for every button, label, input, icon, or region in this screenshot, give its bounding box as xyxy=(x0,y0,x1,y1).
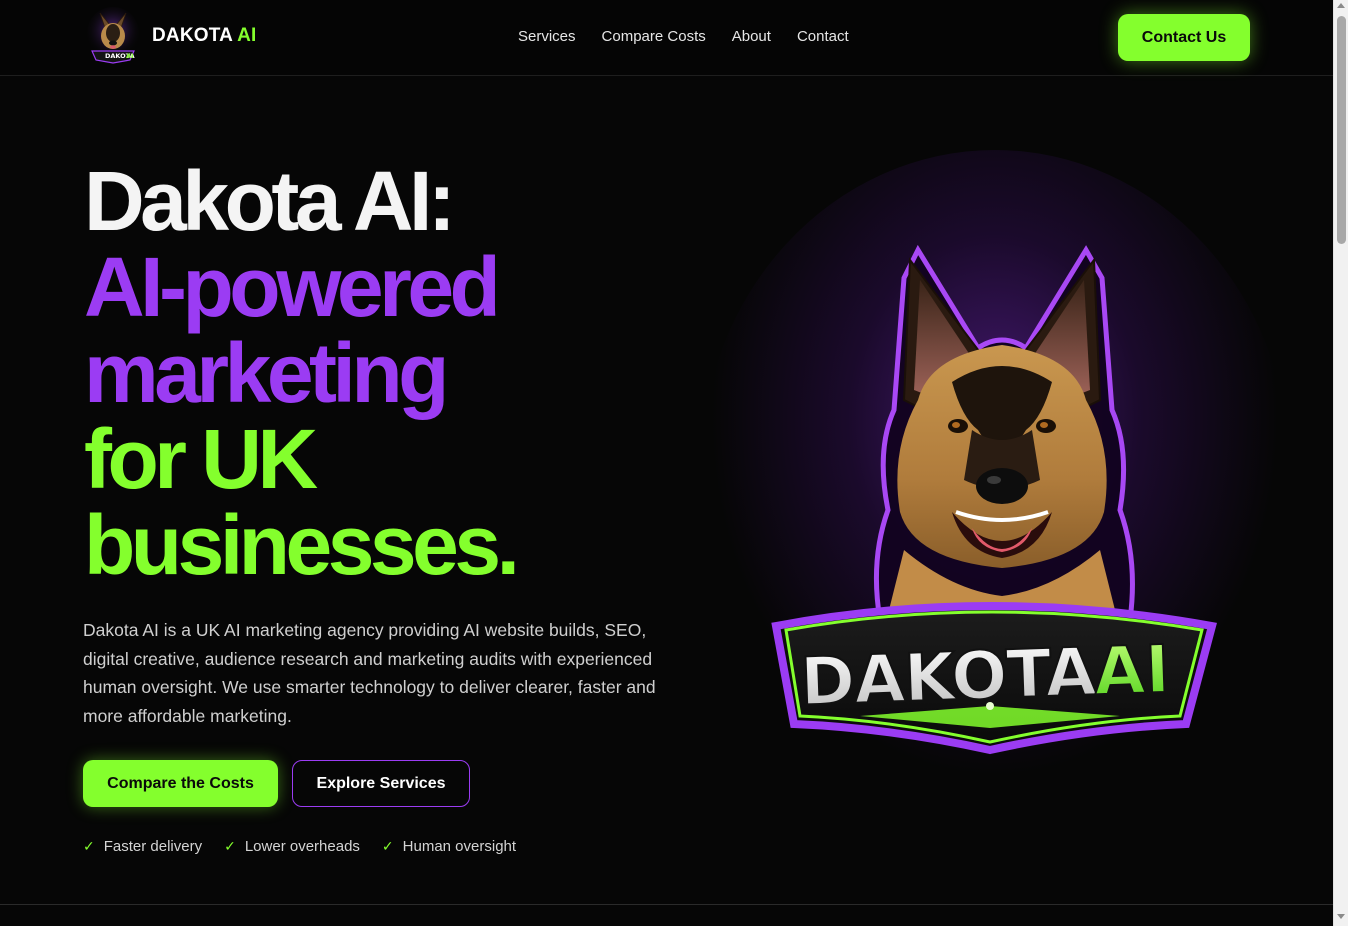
hero-title-line-3: marketing xyxy=(84,326,449,420)
section-divider xyxy=(0,904,1333,905)
feature-item: ✓ Lower overheads xyxy=(224,838,360,855)
svg-text:AI: AI xyxy=(126,52,133,60)
dakota-ai-dog-badge-icon: DAKOTA AI xyxy=(771,244,1217,755)
feature-list: ✓ Faster delivery ✓ Lower overheads ✓ Hu… xyxy=(83,838,516,855)
hero-title-line-4: for UK xyxy=(84,412,318,506)
nav-item-services[interactable]: Services xyxy=(518,27,576,47)
hero-description: Dakota AI is a UK AI marketing agency pr… xyxy=(83,620,656,727)
svg-text:DAKOTA: DAKOTA xyxy=(799,633,1098,720)
feature-label: Human oversight xyxy=(402,838,517,855)
feature-item: ✓ Human oversight xyxy=(382,838,516,855)
hero-title: Dakota AI: AI-powered marketing for UK b… xyxy=(84,158,704,588)
page-scrollbar[interactable] xyxy=(1333,0,1348,926)
page-viewport: DAKOTA AI DAKOTA AI Services Compare Cos… xyxy=(0,0,1333,926)
site-header: DAKOTA AI DAKOTA AI Services Compare Cos… xyxy=(0,0,1333,76)
check-icon: ✓ xyxy=(224,838,236,854)
check-icon: ✓ xyxy=(381,838,394,854)
contact-us-button[interactable]: Contact Us xyxy=(1118,14,1250,61)
brand-home-link[interactable]: DAKOTA AI DAKOTA AI xyxy=(86,6,257,66)
feature-item: ✓ Faster delivery xyxy=(83,838,202,855)
hero-title-line-5: businesses. xyxy=(84,498,520,592)
main-nav: Services Compare Costs About Contact xyxy=(518,27,849,47)
nav-item-contact[interactable]: Contact xyxy=(797,27,849,47)
compare-costs-button[interactable]: Compare the Costs xyxy=(83,760,278,807)
scroll-down-arrow-icon[interactable] xyxy=(1337,914,1345,919)
feature-label: Faster delivery xyxy=(103,838,203,855)
dakota-dog-logo-icon: DAKOTA AI xyxy=(87,7,139,64)
nav-item-about[interactable]: About xyxy=(732,27,771,47)
scrollbar-thumb[interactable] xyxy=(1337,16,1346,244)
brand-name-main: DAKOTA xyxy=(152,25,233,46)
hero-title-line-2: AI-powered xyxy=(84,240,501,334)
nav-item-compare-costs[interactable]: Compare Costs xyxy=(602,27,706,47)
check-icon: ✓ xyxy=(83,838,95,854)
hero-illustration: DAKOTA AI xyxy=(690,150,1290,810)
hero-title-line-1: Dakota AI: xyxy=(84,154,456,248)
brand-name: DAKOTA AI xyxy=(152,25,257,47)
svg-text:AI: AI xyxy=(1093,631,1171,711)
feature-label: Lower overheads xyxy=(244,838,360,855)
scroll-up-arrow-icon[interactable] xyxy=(1337,3,1345,8)
explore-services-button[interactable]: Explore Services xyxy=(292,760,470,807)
brand-name-accent: AI xyxy=(237,25,257,46)
